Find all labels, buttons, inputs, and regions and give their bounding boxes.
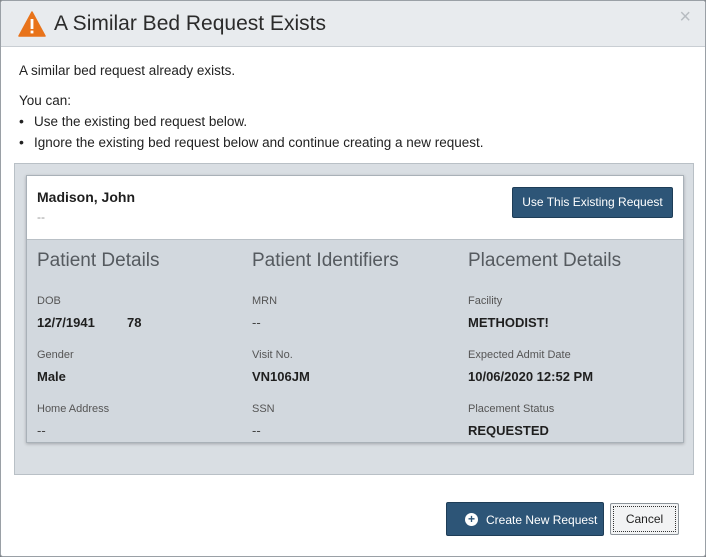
home-address-label: Home Address — [37, 403, 110, 415]
visit-number-label: Visit No. — [252, 349, 293, 361]
facility-label: Facility — [468, 295, 503, 307]
create-new-request-button[interactable]: + Create New Request — [446, 502, 604, 536]
list-item: Use the existing bed request below. — [19, 113, 484, 134]
similar-request-dialog: A Similar Bed Request Exists × A similar… — [0, 0, 706, 557]
card-header: Madison, John -- Use This Existing Reque… — [27, 176, 683, 240]
mrn-label: MRN — [252, 295, 278, 307]
mrn-value: -- — [252, 315, 261, 330]
gender-label: Gender — [37, 349, 74, 361]
info-message: A similar bed request already exists. — [19, 63, 236, 78]
ssn-label: SSN — [252, 403, 275, 415]
home-address-value: -- — [37, 423, 46, 438]
placement-status-label: Placement Status — [468, 403, 555, 415]
dob-label: DOB — [37, 295, 61, 307]
ssn-value: -- — [252, 423, 261, 438]
expected-admit-date-value: 10/06/2020 12:52 PM — [468, 369, 594, 384]
dialog-header: A Similar Bed Request Exists × — [1, 1, 705, 47]
facility-value: METHODIST! — [468, 315, 549, 330]
cancel-button[interactable]: Cancel — [610, 503, 679, 535]
dob-value: 12/7/1941 — [37, 315, 95, 330]
existing-request-panel: Madison, John -- Use This Existing Reque… — [14, 163, 694, 475]
plus-circle-icon: + — [465, 513, 478, 526]
patient-subtitle: -- — [37, 210, 45, 224]
expected-admit-date-label: Expected Admit Date — [468, 349, 571, 361]
section-heading: Patient Identifiers — [252, 250, 399, 271]
create-new-request-label: Create New Request — [486, 513, 598, 527]
section-heading: Placement Details — [468, 250, 622, 271]
gender-value: Male — [37, 369, 66, 384]
options-intro: You can: — [19, 93, 72, 108]
patient-name: Madison, John — [37, 189, 135, 205]
list-item: Ignore the existing bed request below an… — [19, 134, 484, 155]
section-heading: Patient Details — [37, 250, 160, 271]
warning-icon — [18, 11, 46, 37]
options-list: Use the existing bed request below. Igno… — [19, 113, 484, 155]
age-value: 78 — [127, 315, 142, 330]
close-icon[interactable]: × — [679, 7, 691, 27]
existing-request-card: Madison, John -- Use This Existing Reque… — [26, 175, 684, 443]
use-existing-request-button[interactable]: Use This Existing Request — [512, 187, 673, 218]
placement-status-value: REQUESTED — [468, 423, 549, 438]
visit-number-value: VN106JM — [252, 369, 310, 384]
dialog-title: A Similar Bed Request Exists — [54, 12, 326, 35]
